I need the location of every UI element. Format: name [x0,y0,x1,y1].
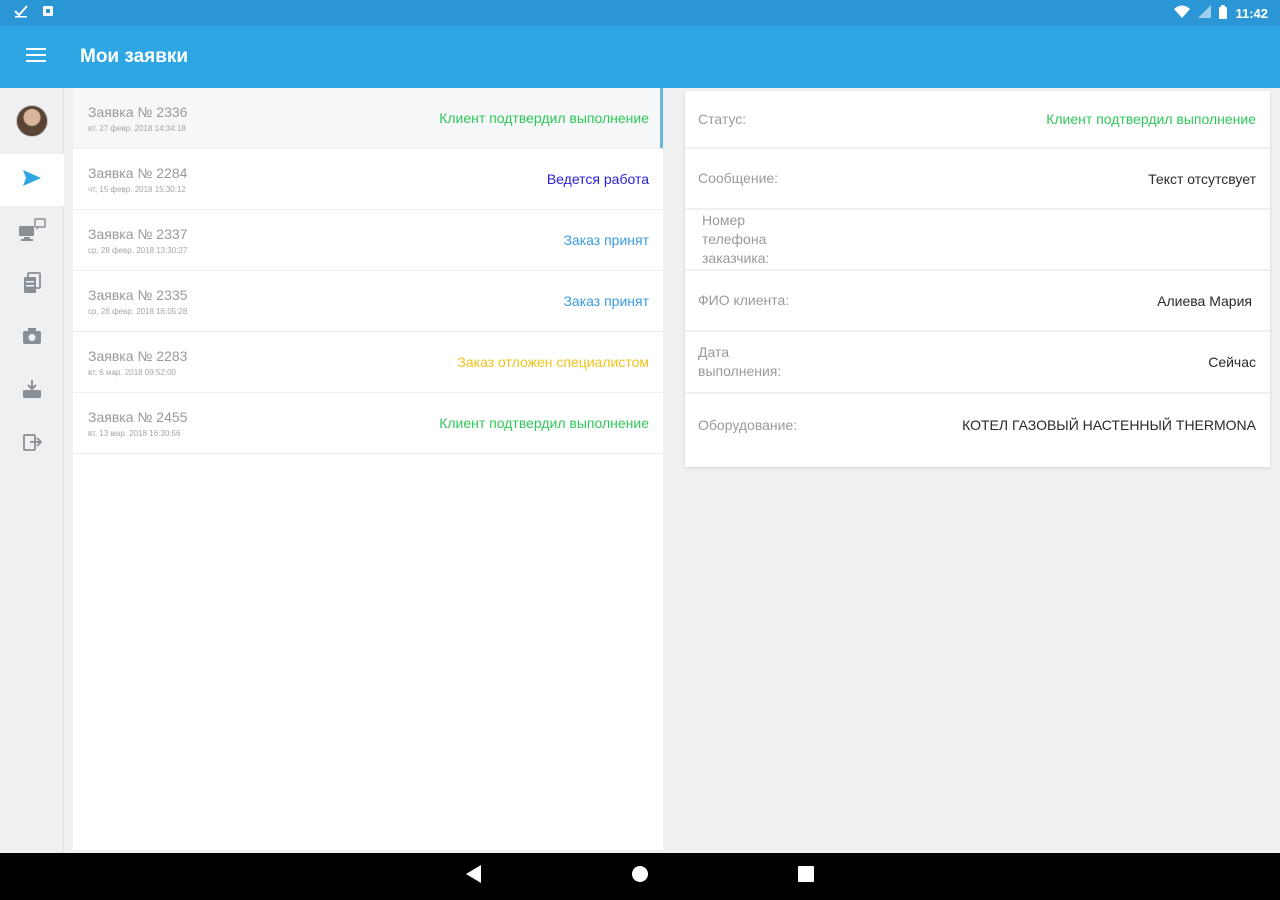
status-value: Клиент подтвердил выполнение [1046,111,1256,127]
request-date: чт, 15 февр. 2018 15:30:12 [88,184,186,194]
hamburger-menu-icon [26,47,46,67]
request-title: Заявка № 2336 [88,103,188,120]
rail-item-documents[interactable] [0,259,64,312]
message-label: Сообщение: [698,170,779,186]
download-tray-icon [22,379,42,404]
request-row[interactable]: Заявка № 2283 вт, 6 мар. 2018 09:52:00 З… [73,332,663,393]
request-title: Заявка № 2337 [88,225,188,242]
menu-button[interactable] [0,26,72,88]
request-status: Заказ отложен специалистом [457,354,649,370]
rail-item-profile[interactable] [0,88,64,154]
request-title: Заявка № 2284 [88,164,188,181]
request-row[interactable]: Заявка № 2335 ср, 28 февр. 2018 16:05:28… [73,271,663,332]
equipment-value: КОТЕЛ ГАЗОВЫЙ НАСТЕННЫЙ THERMONA [962,417,1256,433]
signal-icon [1198,5,1212,21]
message-value: Текст отсутсвует [1148,170,1256,187]
request-row[interactable]: Заявка № 2284 чт, 15 февр. 2018 15:30:12… [73,149,663,210]
request-date: вт, 27 февр. 2018 14:34:18 [88,123,186,133]
request-title: Заявка № 2283 [88,347,188,364]
request-row[interactable]: Заявка № 2455 вт, 13 мар. 2018 16:30:56 … [73,393,663,454]
system-navigation-bar [0,853,1280,900]
page-title: Мои заявки [80,46,189,67]
request-title: Заявка № 2335 [88,286,188,303]
request-status: Заказ принят [563,293,649,309]
logout-icon [22,432,43,457]
detail-row-phone: Номер телефона заказчика: [685,210,1270,271]
home-circle-icon [631,865,649,888]
app-bar: Мои заявки [0,26,1280,88]
status-label: Статус: [698,110,747,127]
request-status: Клиент подтвердил выполнение [439,110,649,126]
date-value: Сейчас [1208,354,1256,370]
rail-item-chat[interactable] [0,206,64,259]
detail-row-equipment: Оборудование: КОТЕЛ ГАЗОВЫЙ НАСТЕННЫЙ TH… [685,394,1270,456]
avatar [16,105,48,137]
home-button[interactable] [616,857,664,897]
battery-icon [1219,4,1228,22]
side-nav-rail [0,88,64,853]
check-notification-icon [14,4,28,23]
request-status: Ведется работа [546,171,649,187]
detail-row-date: Дата выполнения: Сейчас [685,332,1270,394]
rail-item-camera[interactable] [0,312,64,365]
back-triangle-icon [466,865,482,888]
request-date: вт, 6 мар. 2018 09:52:00 [88,367,176,377]
request-details-card: Статус: Клиент подтвердил выполнение Соо… [685,91,1270,467]
date-label: Дата выполнения: [698,344,782,379]
rail-item-logout[interactable] [0,418,64,471]
detail-row-message: Сообщение: Текст отсутсвует [685,149,1270,210]
requests-list: Заявка № 2336 вт, 27 февр. 2018 14:34:18… [73,88,663,850]
request-date: ср, 28 февр. 2018 13:30:27 [88,245,188,255]
equipment-label: Оборудование: [698,416,798,433]
request-row[interactable]: Заявка № 2336 вт, 27 февр. 2018 14:34:18… [73,88,663,149]
desktop-chat-icon [18,218,46,247]
detail-row-client: ФИО клиента: Алиева Мария [685,271,1270,332]
clock-time: 11:42 [1235,5,1268,21]
documents-icon [22,272,42,299]
send-icon [23,169,41,191]
rail-item-requests[interactable] [0,154,64,206]
app-notification-icon [42,4,54,22]
client-value: Алиева Мария [1157,292,1252,309]
rail-item-inbox[interactable] [0,365,64,418]
camera-icon [22,327,42,350]
request-status: Заказ принят [563,232,649,248]
phone-label: Номер телефона заказчика: [702,212,770,266]
client-label: ФИО клиента: [698,292,790,308]
request-date: вт, 13 мар. 2018 16:30:56 [88,428,181,438]
recents-button[interactable] [782,857,830,897]
wifi-icon [1174,5,1191,22]
request-date: ср, 28 февр. 2018 16:05:28 [88,306,188,316]
request-row[interactable]: Заявка № 2337 ср, 28 февр. 2018 13:30:27… [73,210,663,271]
recents-square-icon [798,866,814,887]
request-title: Заявка № 2455 [88,408,188,425]
detail-row-status: Статус: Клиент подтвердил выполнение [685,91,1270,149]
back-button[interactable] [450,857,498,897]
status-bar: 11:42 [0,0,1280,26]
request-status: Клиент подтвердил выполнение [439,415,649,431]
